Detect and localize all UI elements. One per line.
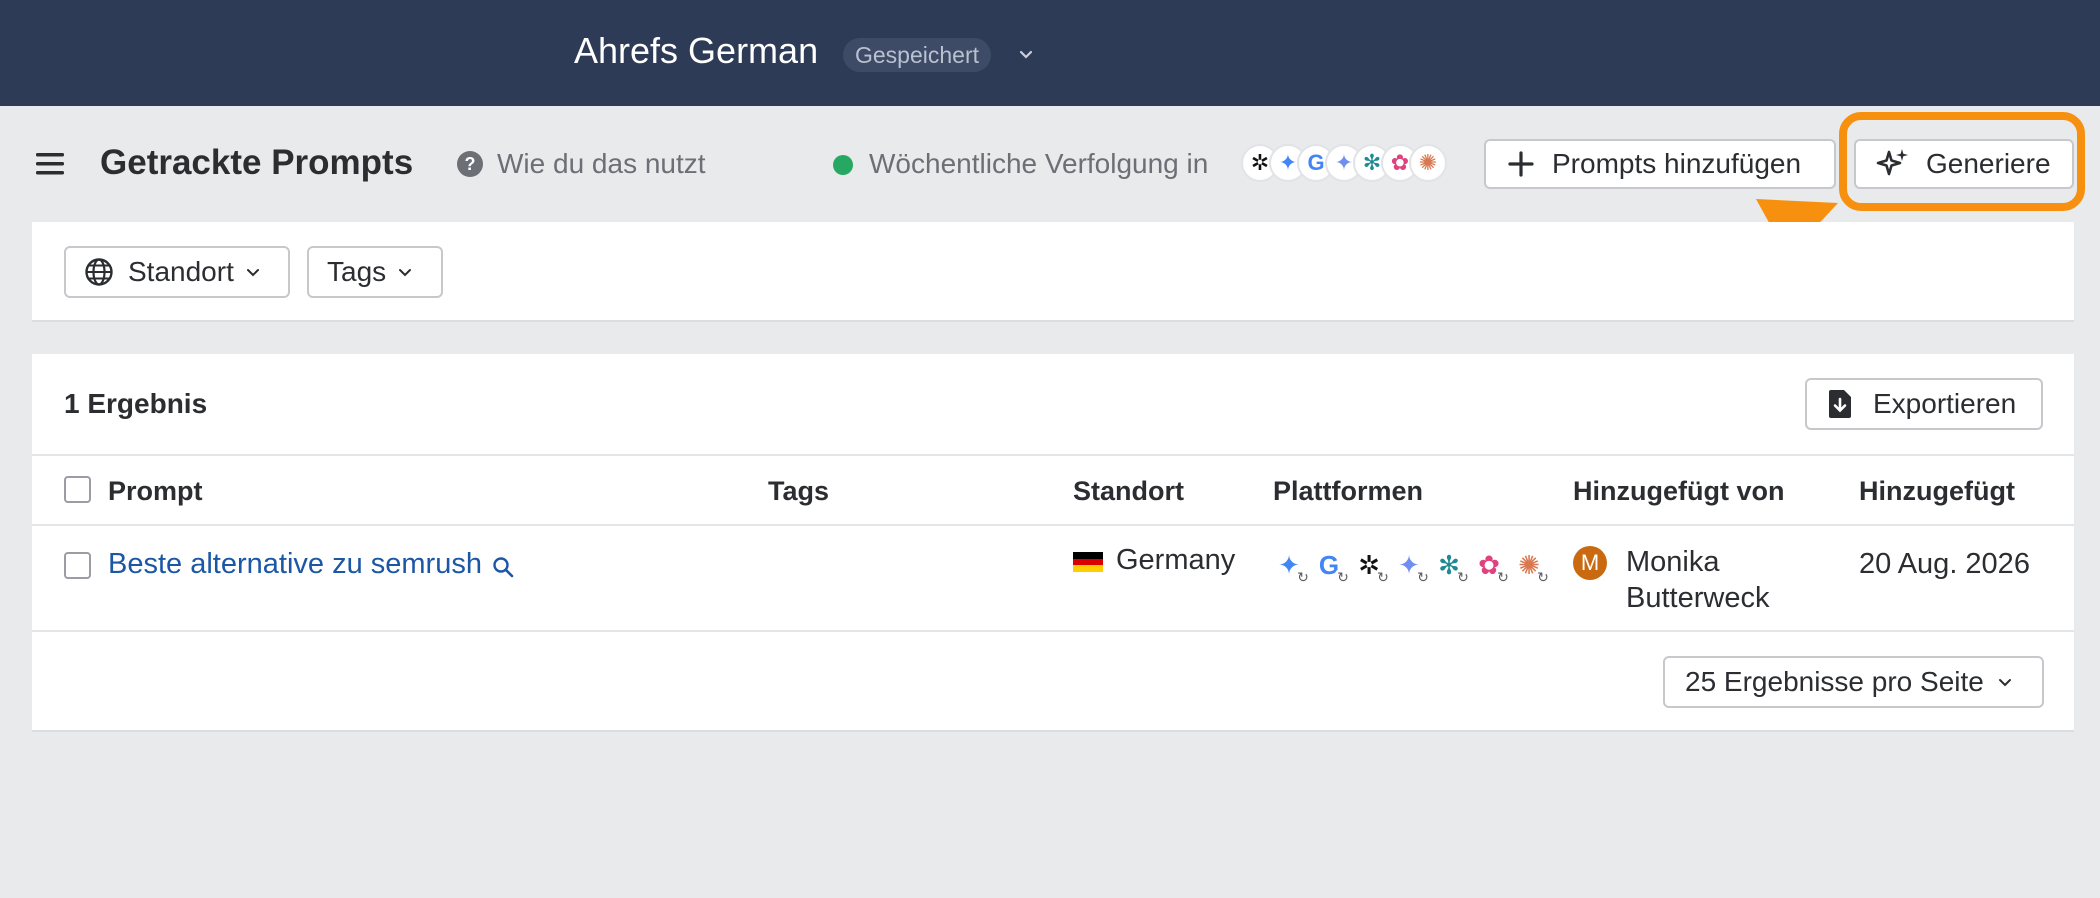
results-per-page-select[interactable]: 25 Ergebnisse pro Seite: [1663, 656, 2044, 708]
svg-text:?: ?: [465, 154, 476, 174]
location-filter-label: Standort: [128, 256, 234, 287]
column-header-added-by[interactable]: Hinzugefügt von: [1573, 476, 1784, 507]
page-title: Getrackte Prompts: [100, 143, 414, 182]
per-page-label: 25 Ergebnisse pro Seite: [1685, 666, 1984, 697]
table-header: Prompt Tags Standort Plattformen Hinzuge…: [32, 454, 2074, 526]
saved-badge: Gespeichert: [843, 38, 992, 72]
export-button[interactable]: Exportieren: [1805, 378, 2043, 430]
claude-icon: ✺: [1409, 144, 1447, 182]
help-icon[interactable]: ?: [456, 150, 484, 178]
select-all-checkbox[interactable]: [64, 476, 91, 503]
sync-icon: ↻: [1374, 568, 1392, 586]
download-file-icon: [1829, 390, 1851, 418]
location-filter-button[interactable]: Standort: [64, 246, 290, 298]
top-bar: Ahrefs German Gespeichert: [0, 0, 2100, 106]
export-label: Exportieren: [1873, 388, 2017, 419]
column-header-tags[interactable]: Tags: [768, 476, 829, 507]
column-header-location[interactable]: Standort: [1073, 476, 1184, 507]
tracking-status-text: Wöchentliche Verfolgung in: [869, 148, 1209, 179]
add-prompts-label: Prompts hinzufügen: [1552, 148, 1802, 179]
result-count: 1 Ergebnis: [64, 388, 208, 419]
tags-filter-label: Tags: [327, 256, 387, 287]
globe-icon: [85, 258, 113, 286]
chevron-down-icon[interactable]: [1016, 44, 1036, 64]
sync-icon: ↻: [1494, 568, 1512, 586]
table-row: Beste alternative zu semrush Germany ✦ ↻…: [32, 526, 2074, 632]
added-by-name: Monika Butterweck: [1626, 546, 1770, 614]
chevron-down-icon: [246, 269, 259, 277]
added-date: 20 Aug. 2026: [1859, 548, 2030, 580]
hamburger-menu-icon[interactable]: [34, 150, 66, 178]
plus-icon: [1508, 151, 1534, 177]
annotation-highlight-box: [1839, 112, 2085, 211]
status-dot: [833, 155, 853, 175]
tags-filter-button[interactable]: Tags: [307, 246, 443, 298]
sync-icon: ↻: [1294, 568, 1312, 586]
filter-panel: Standort Tags: [32, 222, 2074, 322]
results-panel: 1 Ergebnis Exportieren Prompt Tags Stand…: [32, 354, 2074, 732]
sync-icon: ↻: [1414, 568, 1432, 586]
sync-icon: ↻: [1534, 568, 1552, 586]
column-header-prompt[interactable]: Prompt: [108, 476, 203, 507]
prompt-link[interactable]: Beste alternative zu semrush: [108, 548, 482, 581]
project-title[interactable]: Ahrefs German: [574, 30, 818, 72]
chevron-down-icon: [1998, 679, 2011, 687]
row-checkbox[interactable]: [64, 552, 91, 579]
add-prompts-button[interactable]: Prompts hinzufügen: [1484, 139, 1836, 189]
sync-icon: ↻: [1334, 568, 1352, 586]
germany-flag-icon: [1073, 552, 1103, 572]
chevron-down-icon: [399, 269, 412, 277]
column-header-added[interactable]: Hinzugefügt: [1859, 476, 2015, 507]
help-link[interactable]: Wie du das nutzt: [497, 148, 706, 180]
sync-icon: ↻: [1454, 568, 1472, 586]
location-value: Germany: [1116, 544, 1236, 576]
column-header-platforms[interactable]: Plattformen: [1273, 476, 1423, 507]
avatar: M: [1573, 546, 1607, 580]
search-icon[interactable]: [492, 556, 514, 578]
